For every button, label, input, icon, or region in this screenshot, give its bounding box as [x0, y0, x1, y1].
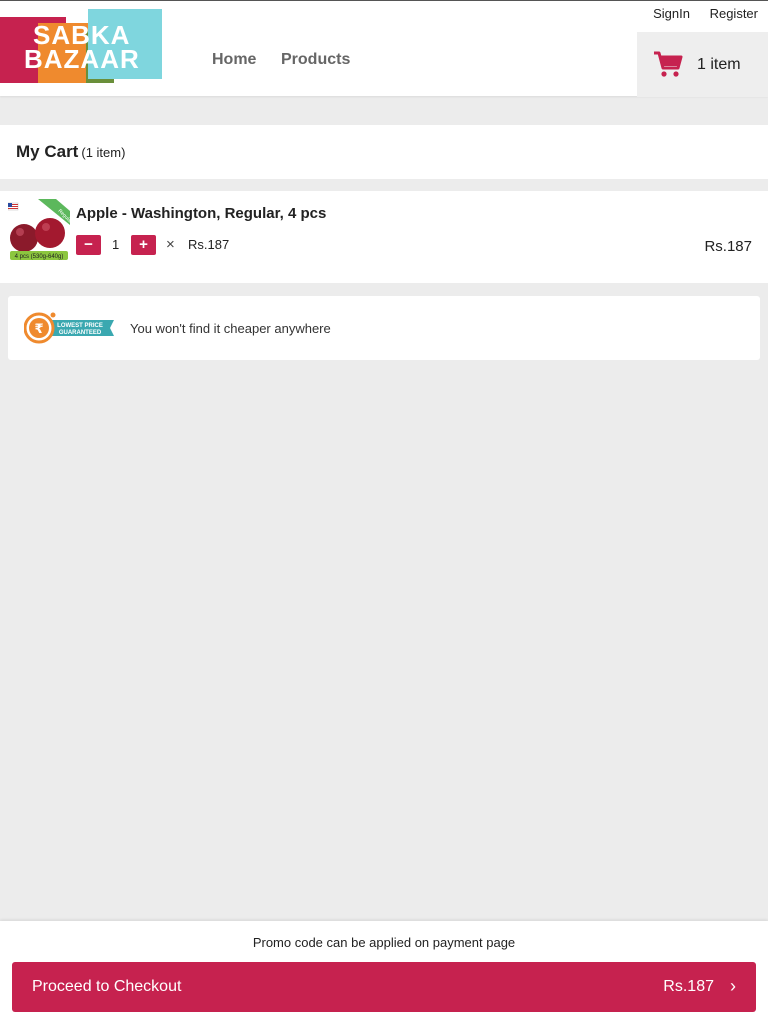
lowest-price-banner: ₹ LOWEST PRICE GUARANTEED You won't find…: [8, 296, 760, 360]
cart-icon: [654, 51, 683, 77]
chevron-right-icon: ›: [730, 976, 736, 996]
cart-button[interactable]: 1 item: [637, 32, 768, 97]
item-name[interactable]: Apple - Washington, Regular, 4 pcs: [76, 205, 326, 222]
cart-subtitle: (1 item): [81, 145, 126, 160]
cart-item: Regular 4 pcs (530g-640g) Apple - Washin…: [0, 191, 768, 283]
checkout-footer: Promo code can be applied on payment pag…: [0, 921, 768, 1024]
multiply-icon: ×: [166, 236, 175, 253]
cart-title: My Cart: [16, 142, 79, 161]
increase-quantity-button[interactable]: +: [131, 235, 156, 255]
nav-home-link[interactable]: Home: [212, 51, 256, 69]
rupee-icon: ₹: [34, 322, 43, 337]
sabka-bazaar-logo[interactable]: SABKA BAZAAR: [0, 9, 162, 83]
promo-code-note: Promo code can be applied on payment pag…: [252, 935, 516, 950]
item-total-price: Rs.187: [704, 238, 752, 255]
cart-item-count: 1 item: [697, 56, 741, 73]
badge-line2: GUARANTEED: [59, 330, 102, 336]
item-quantity: 1: [112, 237, 120, 252]
checkout-label: Proceed to Checkout: [32, 978, 182, 995]
lowest-price-badge-icon: ₹ LOWEST PRICE GUARANTEED: [24, 312, 114, 344]
badge-line1: LOWEST PRICE: [57, 323, 103, 329]
product-image-tag: 4 pcs (530g-640g): [15, 254, 64, 260]
auth-links: SignIn Register: [637, 6, 758, 21]
page-title: My Cart (1 item): [16, 142, 125, 162]
apple-product-image[interactable]: Regular 4 pcs (530g-640g): [8, 199, 70, 261]
proceed-to-checkout-button[interactable]: Proceed to Checkout Rs.187 ›: [12, 962, 756, 1012]
register-link[interactable]: Register: [710, 6, 758, 21]
item-unit-price: Rs.187: [188, 237, 230, 252]
checkout-total: Rs.187: [663, 978, 714, 995]
decrease-quantity-button[interactable]: −: [76, 235, 101, 255]
nav-products-link[interactable]: Products: [281, 51, 350, 69]
my-cart-header: My Cart (1 item): [0, 125, 768, 179]
logo-text-line2: BAZAAR: [24, 44, 140, 74]
site-header: SABKA BAZAAR Home Products SignIn Regist…: [0, 0, 768, 97]
promo-text: You won't find it cheaper anywhere: [130, 321, 331, 336]
signin-link[interactable]: SignIn: [653, 6, 690, 21]
